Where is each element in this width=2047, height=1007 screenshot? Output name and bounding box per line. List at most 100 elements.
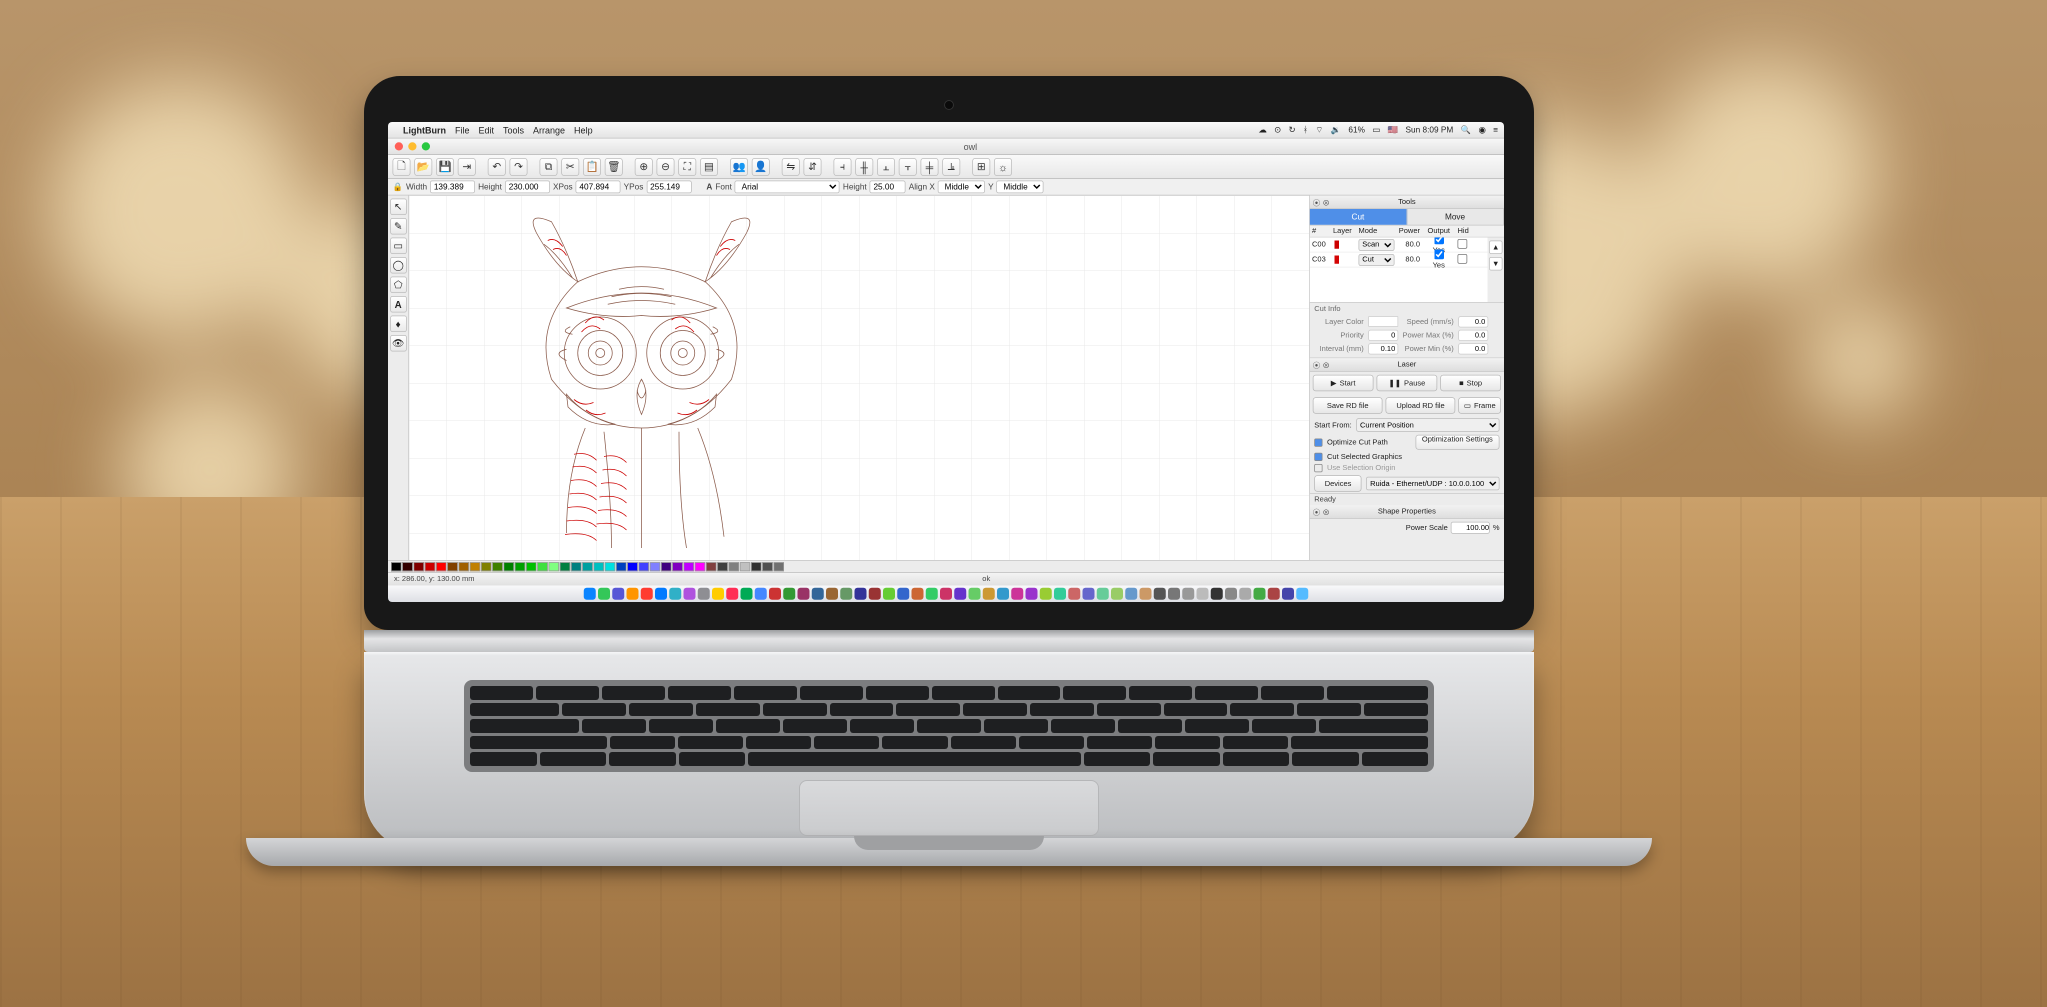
color-swatch[interactable] <box>717 562 728 571</box>
dock-app-icon[interactable] <box>698 588 710 600</box>
font-height-input[interactable] <box>870 181 906 194</box>
dock-app-icon[interactable] <box>812 588 824 600</box>
menu-arrange[interactable]: Arrange <box>533 125 565 136</box>
powermax-input[interactable] <box>1458 329 1488 340</box>
dock-app-icon[interactable] <box>669 588 681 600</box>
cloud-icon[interactable]: ☁︎ <box>1258 125 1266 135</box>
layer-hide-checkbox[interactable] <box>1458 254 1468 264</box>
dock-app-icon[interactable] <box>912 588 924 600</box>
canvas[interactable] <box>409 196 1309 561</box>
color-swatch[interactable] <box>481 562 492 571</box>
height-input[interactable] <box>505 181 550 194</box>
start-button[interactable]: ▶ Start <box>1313 375 1374 392</box>
dock-app-icon[interactable] <box>1097 588 1109 600</box>
color-swatch[interactable] <box>459 562 470 571</box>
color-swatch[interactable] <box>695 562 706 571</box>
dock-app-icon[interactable] <box>584 588 596 600</box>
layer-hide-checkbox[interactable] <box>1458 239 1468 249</box>
width-input[interactable] <box>430 181 475 194</box>
array-grid-icon[interactable]: ⊞ <box>972 158 990 176</box>
notification-center-icon[interactable]: ≡ <box>1493 125 1498 134</box>
dock-app-icon[interactable] <box>1140 588 1152 600</box>
color-swatch[interactable] <box>650 562 661 571</box>
start-from-select[interactable]: Current Position <box>1356 418 1499 432</box>
dock-app-icon[interactable] <box>1239 588 1251 600</box>
tab-move[interactable]: Move <box>1407 209 1504 225</box>
color-swatch[interactable] <box>402 562 413 571</box>
color-swatch[interactable] <box>470 562 481 571</box>
color-swatch[interactable] <box>672 562 683 571</box>
dock-app-icon[interactable] <box>755 588 767 600</box>
wifi-icon[interactable]: ⌔ <box>1315 125 1323 136</box>
color-swatch[interactable] <box>639 562 650 571</box>
color-swatch[interactable] <box>492 562 503 571</box>
dock-app-icon[interactable] <box>1197 588 1209 600</box>
color-swatch[interactable] <box>515 562 526 571</box>
tab-cut[interactable]: Cut <box>1310 209 1407 225</box>
align-left-icon[interactable]: ⫞ <box>834 158 852 176</box>
dock-app-icon[interactable] <box>1111 588 1123 600</box>
color-swatch[interactable] <box>526 562 537 571</box>
interval-input[interactable] <box>1368 343 1398 354</box>
color-swatch[interactable] <box>582 562 593 571</box>
pin-icon[interactable]: ⦿ ⊗ <box>1313 197 1330 211</box>
power-scale-input[interactable] <box>1451 522 1490 534</box>
notification-icon[interactable]: ⊙ <box>1274 125 1281 135</box>
copy-icon[interactable]: ⧉ <box>540 158 558 176</box>
devices-button[interactable]: Devices <box>1314 475 1362 492</box>
optimize-checkbox[interactable] <box>1314 438 1322 446</box>
dock-app-icon[interactable] <box>1225 588 1237 600</box>
dock-app-icon[interactable] <box>997 588 1009 600</box>
xpos-input[interactable] <box>576 181 621 194</box>
close-window-button[interactable] <box>395 142 403 150</box>
dock-app-icon[interactable] <box>1211 588 1223 600</box>
dock-app-icon[interactable] <box>612 588 624 600</box>
color-swatch[interactable] <box>616 562 627 571</box>
ellipse-tool-icon[interactable]: ◯ <box>390 257 407 274</box>
open-file-icon[interactable]: 📂 <box>414 158 432 176</box>
dock-app-icon[interactable] <box>855 588 867 600</box>
layer-output-checkbox[interactable] <box>1434 250 1444 260</box>
import-icon[interactable]: ⇥ <box>458 158 476 176</box>
priority-input[interactable] <box>1368 329 1398 340</box>
color-swatch[interactable] <box>436 562 447 571</box>
dock-app-icon[interactable] <box>1040 588 1052 600</box>
layer-move-down-button[interactable]: ▼ <box>1489 257 1503 271</box>
offset-tool-icon[interactable]: ♦ <box>390 316 407 333</box>
font-select[interactable]: Arial <box>735 181 840 194</box>
draw-line-tool-icon[interactable]: ✎ <box>390 218 407 235</box>
alignx-select[interactable]: Middle <box>938 181 985 194</box>
ungroup-icon[interactable]: 👤 <box>752 158 770 176</box>
edit-nodes-tool-icon[interactable]: 👁 <box>390 335 407 352</box>
speed-input[interactable] <box>1458 316 1488 327</box>
color-swatch[interactable] <box>751 562 762 571</box>
dock-app-icon[interactable] <box>627 588 639 600</box>
dock-app-icon[interactable] <box>1083 588 1095 600</box>
frame-button[interactable]: ▭ Frame <box>1458 397 1501 414</box>
color-swatch[interactable] <box>774 562 785 571</box>
text-tool-icon[interactable]: A <box>390 296 407 313</box>
color-swatch[interactable] <box>594 562 605 571</box>
lock-aspect-icon[interactable]: 🔒 <box>393 182 404 192</box>
color-swatch[interactable] <box>560 562 571 571</box>
dock-app-icon[interactable] <box>1054 588 1066 600</box>
owl-artwork[interactable] <box>454 203 829 548</box>
dock-app-icon[interactable] <box>969 588 981 600</box>
dock-app-icon[interactable] <box>1282 588 1294 600</box>
zoom-in-icon[interactable]: ⊕ <box>635 158 653 176</box>
dock-app-icon[interactable] <box>741 588 753 600</box>
optimization-settings-button[interactable]: Optimization Settings <box>1415 435 1499 450</box>
dock-app-icon[interactable] <box>1154 588 1166 600</box>
flip-v-icon[interactable]: ⇵ <box>804 158 822 176</box>
color-swatch[interactable] <box>661 562 672 571</box>
layer-row[interactable]: C03 Cut 80.0 Yes <box>1310 253 1488 268</box>
flag-icon[interactable]: 🇺🇸 <box>1388 125 1398 135</box>
pause-button[interactable]: ❚❚ Pause <box>1377 375 1438 392</box>
aligny-select[interactable]: Middle <box>997 181 1044 194</box>
layer-row[interactable]: C00 Scan 80.0 Yes <box>1310 238 1488 253</box>
new-file-icon[interactable]: 🗋 <box>393 158 411 176</box>
dock-app-icon[interactable] <box>1011 588 1023 600</box>
layer-mode-select[interactable]: Scan <box>1359 239 1395 251</box>
layer-output-checkbox[interactable] <box>1434 238 1444 245</box>
dock-app-icon[interactable] <box>1068 588 1080 600</box>
